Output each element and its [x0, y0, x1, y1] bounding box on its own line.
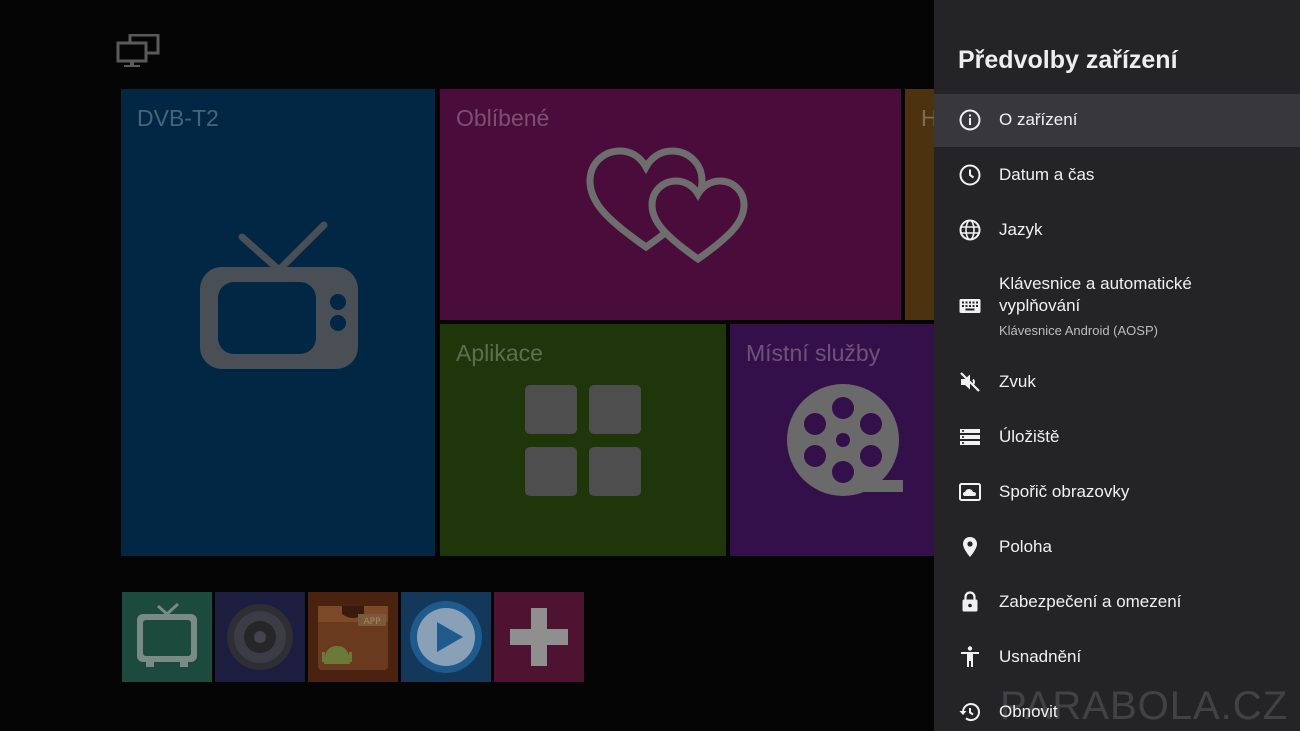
device-preferences-panel: Předvolby zařízení O zařízení Datum a ča…	[934, 0, 1300, 731]
tv-icon	[137, 602, 197, 667]
info-icon	[959, 109, 981, 131]
menu-item-about[interactable]: O zařízení	[934, 94, 1300, 147]
menu-item-label: Usnadnění	[999, 647, 1082, 666]
app-store-icon: APP	[318, 606, 388, 670]
tv-icon	[200, 221, 358, 369]
menu-item-label: Jazyk	[999, 220, 1043, 239]
menu-item-language[interactable]: Jazyk	[934, 203, 1300, 257]
menu-item-sublabel: Klávesnice Android (AOSP)	[999, 323, 1158, 338]
tile-favorites[interactable]: Oblíbené	[440, 89, 901, 320]
screensaver-icon	[959, 483, 981, 501]
tile-dvb-t2[interactable]: DVB-T2	[121, 89, 435, 556]
menu-item-label: Úložiště	[999, 427, 1060, 446]
keyboard-icon	[959, 299, 981, 313]
shortcut-tv[interactable]	[122, 592, 212, 682]
shortcut-player[interactable]	[401, 592, 491, 682]
menu-item-accessibility[interactable]: Usnadnění	[934, 630, 1300, 684]
watermark: PARABOLA.CZ	[1000, 684, 1289, 728]
menu-item-label: Zabezpečení a omezení	[999, 592, 1182, 611]
film-reel-icon	[787, 384, 903, 496]
location-icon	[963, 537, 977, 557]
menu-item-label: Poloha	[999, 537, 1052, 556]
menu-item-label: Zvuk	[999, 372, 1036, 391]
clock-icon	[959, 164, 981, 186]
apps-grid-icon	[525, 385, 641, 496]
tile-title: Aplikace	[456, 340, 543, 366]
globe-icon	[959, 219, 981, 241]
menu-item-keyboard[interactable]: Klávesnice a automatické vyplňování Kláv…	[934, 258, 1300, 354]
menu-item-storage[interactable]: Úložiště	[934, 410, 1300, 464]
accessibility-icon	[961, 646, 979, 667]
sound-off-icon	[960, 372, 980, 392]
storage-icon	[960, 429, 980, 445]
shortcut-music[interactable]	[215, 592, 305, 682]
tile-title: Oblíbené	[456, 105, 550, 131]
shortcut-add[interactable]	[494, 592, 584, 682]
speaker-icon	[227, 604, 293, 670]
menu-item-date-time[interactable]: Datum a čas	[934, 148, 1300, 202]
menu-item-label: Klávesnice a automatické vyplňování	[999, 274, 1192, 315]
tile-title: DVB-T2	[137, 105, 219, 131]
panel-title: Předvolby zařízení	[958, 46, 1178, 74]
hearts-icon	[586, 147, 748, 263]
restore-icon	[959, 703, 980, 722]
add-icon	[510, 608, 568, 666]
svg-text:APP: APP	[363, 617, 381, 627]
network-icon	[116, 34, 160, 67]
menu-item-label: O zařízení	[999, 110, 1078, 129]
tile-local-services[interactable]: Místní služby	[730, 324, 945, 556]
tile-apps[interactable]: Aplikace	[440, 324, 726, 556]
tile-title: Místní služby	[746, 340, 881, 366]
menu-item-location[interactable]: Poloha	[934, 520, 1300, 574]
menu-item-sound[interactable]: Zvuk	[934, 355, 1300, 409]
lock-icon	[962, 591, 978, 612]
menu-item-screensaver[interactable]: Spořič obrazovky	[934, 465, 1300, 519]
menu-item-label: Spořič obrazovky	[999, 482, 1130, 501]
shortcut-app-store[interactable]: APP	[308, 592, 398, 682]
menu-item-security[interactable]: Zabezpečení a omezení	[934, 575, 1300, 629]
menu-item-label: Datum a čas	[999, 165, 1095, 184]
play-icon	[410, 601, 482, 673]
